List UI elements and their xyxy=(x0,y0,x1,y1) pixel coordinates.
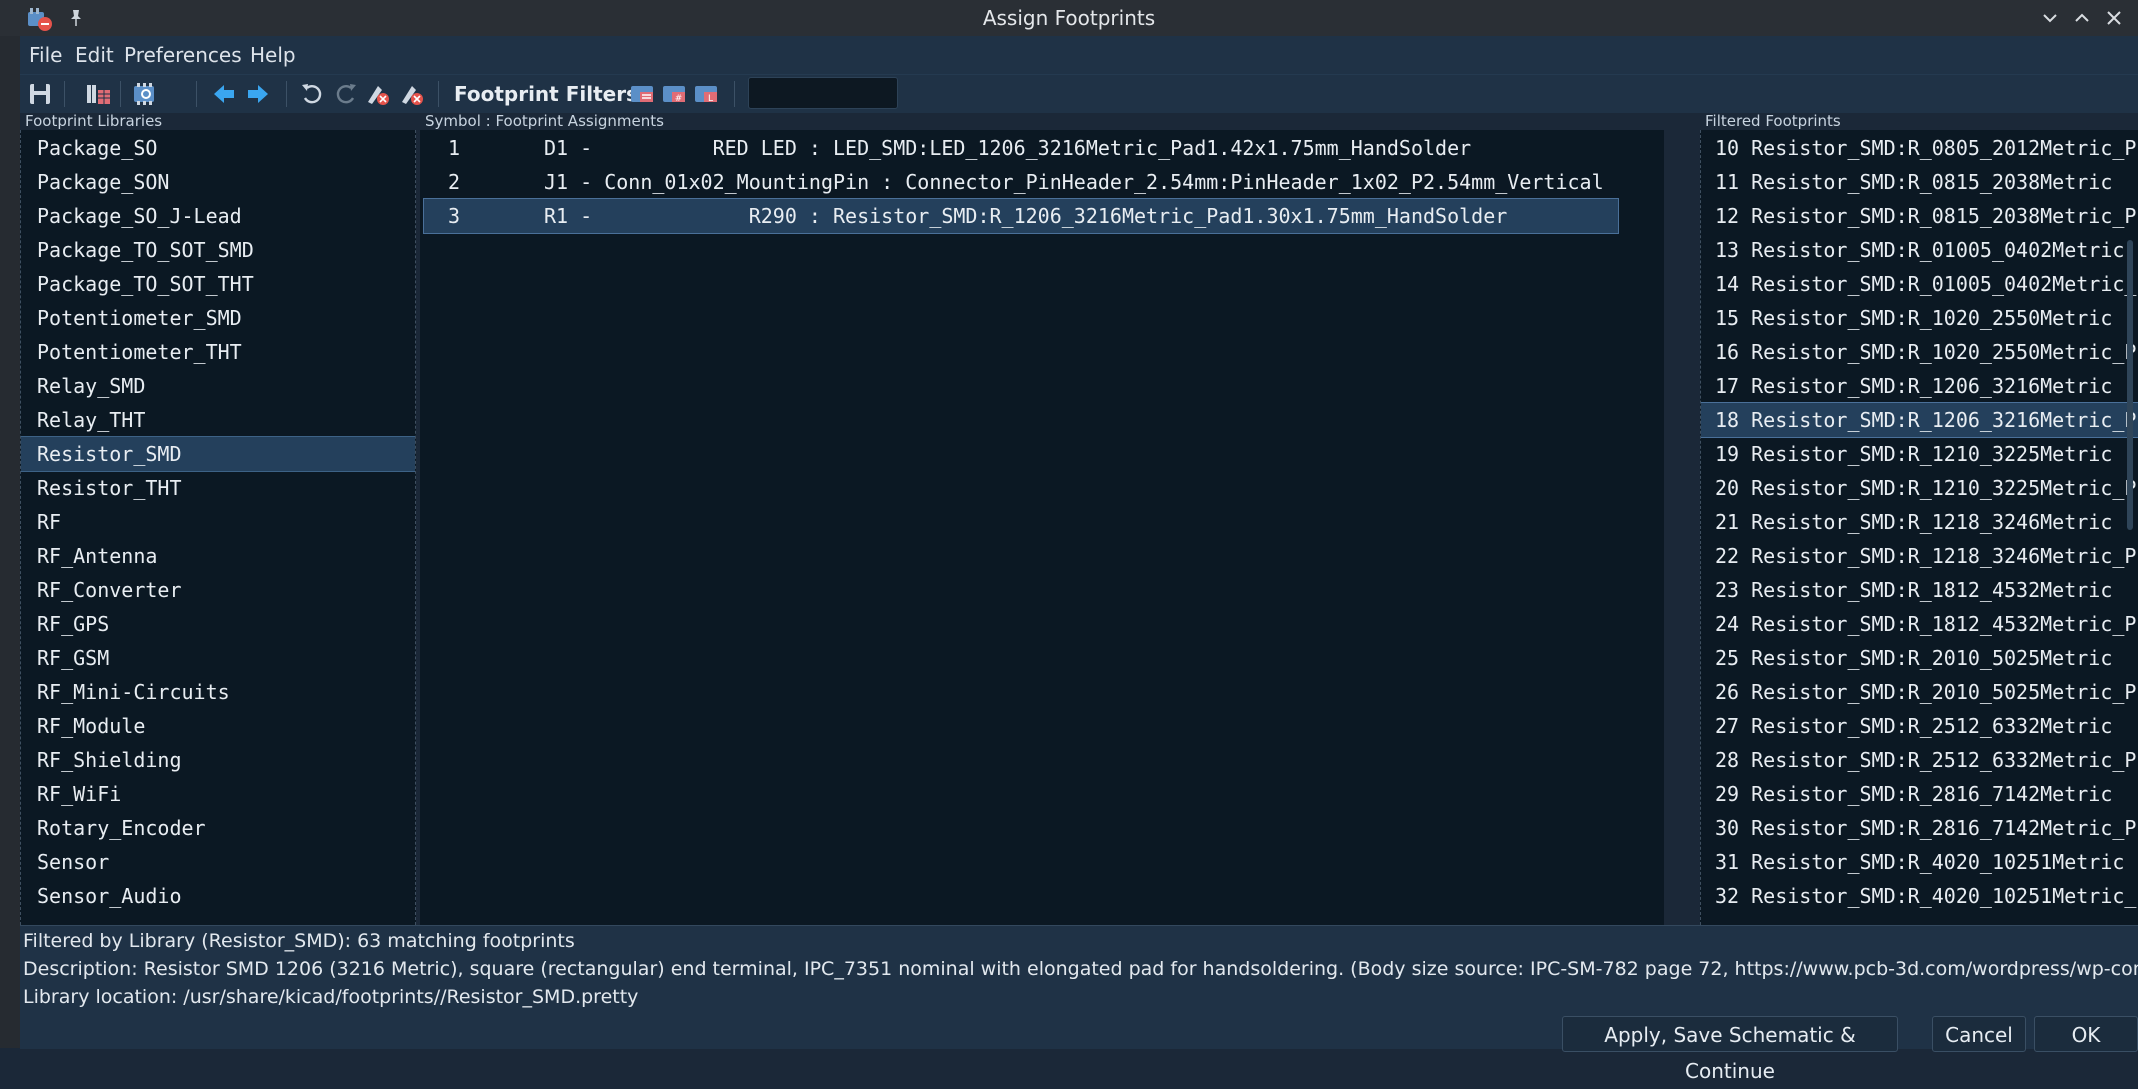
svg-text:L: L xyxy=(708,94,713,104)
assignment-number: 3 xyxy=(448,204,461,228)
footprint-item[interactable]: 10 Resistor_SMD:R_0805_2012Metric_P xyxy=(1701,131,2138,165)
library-item[interactable]: Relay_SMD xyxy=(21,369,415,403)
filtered-footprints-header: Filtered Footprints xyxy=(1705,112,1841,130)
maximize-icon[interactable] xyxy=(2072,8,2092,28)
menu-bar: File Edit Preferences Help xyxy=(20,36,2138,74)
library-item[interactable]: Potentiometer_SMD xyxy=(21,301,415,335)
menu-file[interactable]: File xyxy=(29,36,62,74)
cvpcb-app-icon xyxy=(28,8,52,31)
assignment-number: 2 xyxy=(448,170,461,194)
title-bar: Assign Footprints xyxy=(0,0,2138,37)
library-item[interactable]: RF xyxy=(21,505,415,539)
library-item[interactable]: Resistor_THT xyxy=(21,471,415,505)
menu-edit[interactable]: Edit xyxy=(75,36,114,74)
assignment-text: D1 - RED LED : LED_SMD:LED_1206_3216Metr… xyxy=(544,136,1472,160)
filter-by-keywords-icon[interactable] xyxy=(628,80,656,108)
library-item[interactable]: Package_SO xyxy=(21,131,415,165)
window-title: Assign Footprints xyxy=(982,6,1156,30)
footprint-item[interactable]: 24 Resistor_SMD:R_1812_4532Metric_P xyxy=(1701,607,2138,641)
close-icon[interactable] xyxy=(2104,8,2124,28)
footprint-item[interactable]: 21 Resistor_SMD:R_1218_3246Metric xyxy=(1701,505,2138,539)
assignment-row[interactable]: 2 J1 - Conn_01x02_MountingPin : Connector… xyxy=(424,165,1622,199)
svg-text:#: # xyxy=(675,94,683,104)
footprint-item[interactable]: 16 Resistor_SMD:R_1020_2550Metric_P xyxy=(1701,335,2138,369)
assignment-row[interactable]: 3 R1 - R290 : Resistor_SMD:R_1206_3216Met… xyxy=(423,198,1619,234)
library-item[interactable]: RF_GSM xyxy=(21,641,415,675)
library-item[interactable]: RF_WiFi xyxy=(21,777,415,811)
library-item[interactable]: Rotary_Encoder xyxy=(21,811,415,845)
library-item[interactable]: Potentiometer_THT xyxy=(21,335,415,369)
delete-associations-icon[interactable] xyxy=(398,80,426,108)
footprint-item[interactable]: 31 Resistor_SMD:R_4020_10251Metric xyxy=(1701,845,2138,879)
library-location: Library location: /usr/share/kicad/footp… xyxy=(23,986,639,1008)
footprint-item[interactable]: 26 Resistor_SMD:R_2010_5025Metric_P xyxy=(1701,675,2138,709)
filter-by-pin-count-icon[interactable]: # xyxy=(660,80,688,108)
assignment-text: J1 - Conn_01x02_MountingPin : Connector_… xyxy=(544,170,1604,194)
footprint-item[interactable]: 29 Resistor_SMD:R_2816_7142Metric xyxy=(1701,777,2138,811)
library-item[interactable]: Sensor_Audio xyxy=(21,879,415,913)
library-item[interactable]: Resistor_SMD xyxy=(21,436,415,472)
library-item[interactable]: Relay_THT xyxy=(21,403,415,437)
ok-button[interactable]: OK xyxy=(2034,1016,2138,1052)
footprint-item[interactable]: 28 Resistor_SMD:R_2512_6332Metric_P xyxy=(1701,743,2138,777)
menu-preferences[interactable]: Preferences xyxy=(124,36,242,74)
filter-by-library-icon[interactable]: L xyxy=(692,80,720,108)
library-list[interactable]: Package_SO Package_SON Package_SO_J-Lead Pa… xyxy=(20,130,416,925)
footprint-list-scrollbar[interactable] xyxy=(2127,240,2133,530)
save-icon[interactable] xyxy=(26,80,54,108)
menu-help[interactable]: Help xyxy=(250,36,296,74)
footprint-item[interactable]: 14 Resistor_SMD:R_01005_0402Metric_ xyxy=(1701,267,2138,301)
assignment-text: R1 - R290 : Resistor_SMD:R_1206_3216Metr… xyxy=(544,204,1508,228)
library-item[interactable]: RF_Converter xyxy=(21,573,415,607)
footprint-item[interactable]: 27 Resistor_SMD:R_2512_6332Metric xyxy=(1701,709,2138,743)
footprint-item[interactable]: 19 Resistor_SMD:R_1210_3225Metric xyxy=(1701,437,2138,471)
library-item[interactable]: RF_Module xyxy=(21,709,415,743)
footprint-item[interactable]: 11 Resistor_SMD:R_0815_2038Metric xyxy=(1701,165,2138,199)
footprint-filter-input[interactable] xyxy=(748,77,898,109)
minimize-icon[interactable] xyxy=(2040,8,2060,28)
redo-icon[interactable] xyxy=(332,80,360,108)
footprint-item[interactable]: 32 Resistor_SMD:R_4020_10251Metric_ xyxy=(1701,879,2138,913)
auto-associate-icon[interactable] xyxy=(364,80,392,108)
footprint-item[interactable]: 12 Resistor_SMD:R_0815_2038Metric_P xyxy=(1701,199,2138,233)
assignment-row[interactable]: 1 D1 - RED LED : LED_SMD:LED_1206_3216Met… xyxy=(424,131,1622,165)
library-table-icon[interactable] xyxy=(84,80,112,108)
footprint-description: Description: Resistor SMD 1206 (3216 Met… xyxy=(23,958,2138,980)
footprint-item[interactable]: 18 Resistor_SMD:R_1206_3216Metric_P xyxy=(1701,402,2138,438)
undo-icon[interactable] xyxy=(298,80,326,108)
window-edge xyxy=(0,36,20,1048)
library-item[interactable]: Sensor xyxy=(21,845,415,879)
view-footprint-icon[interactable] xyxy=(130,80,158,108)
assignment-number: 1 xyxy=(448,136,461,160)
libraries-header: Footprint Libraries xyxy=(25,112,163,130)
library-item[interactable]: Package_TO_SOT_THT xyxy=(21,267,415,301)
library-item[interactable]: Package_SO_J-Lead xyxy=(21,199,415,233)
footprint-list[interactable]: 10 Resistor_SMD:R_0805_2012Metric_P 11 Re… xyxy=(1700,130,2138,925)
library-item[interactable]: Package_TO_SOT_SMD xyxy=(21,233,415,267)
footprint-item[interactable]: 13 Resistor_SMD:R_01005_0402Metric xyxy=(1701,233,2138,267)
assignment-list[interactable]: 1 D1 - RED LED : LED_SMD:LED_1206_3216Met… xyxy=(420,130,1664,925)
assignments-header: Symbol : Footprint Assignments xyxy=(425,112,664,130)
pin-icon[interactable] xyxy=(68,8,84,28)
footprint-item[interactable]: 25 Resistor_SMD:R_2010_5025Metric xyxy=(1701,641,2138,675)
footprint-item[interactable]: 17 Resistor_SMD:R_1206_3216Metric xyxy=(1701,369,2138,403)
library-item[interactable]: RF_Mini-Circuits xyxy=(21,675,415,709)
footprint-item[interactable]: 30 Resistor_SMD:R_2816_7142Metric_P xyxy=(1701,811,2138,845)
library-item[interactable]: RF_Shielding xyxy=(21,743,415,777)
library-item[interactable]: Package_SON xyxy=(21,165,415,199)
cancel-button[interactable]: Cancel xyxy=(1932,1016,2026,1052)
footprint-item[interactable]: 22 Resistor_SMD:R_1218_3246Metric_P xyxy=(1701,539,2138,573)
footprint-item[interactable]: 20 Resistor_SMD:R_1210_3225Metric_P xyxy=(1701,471,2138,505)
previous-arrow-icon[interactable] xyxy=(210,80,238,108)
footprint-item[interactable]: 15 Resistor_SMD:R_1020_2550Metric xyxy=(1701,301,2138,335)
footprint-filters-label: Footprint Filters: xyxy=(454,82,646,106)
library-item[interactable]: RF_GPS xyxy=(21,607,415,641)
library-item[interactable]: RF_Antenna xyxy=(21,539,415,573)
footprint-item[interactable]: 23 Resistor_SMD:R_1812_4532Metric xyxy=(1701,573,2138,607)
toolbar: Footprint Filters: # L xyxy=(20,74,2138,113)
filter-status: Filtered by Library (Resistor_SMD): 63 m… xyxy=(23,930,575,952)
apply-save-continue-button[interactable]: Apply, Save Schematic & Continue xyxy=(1562,1016,1898,1083)
next-arrow-icon[interactable] xyxy=(244,80,272,108)
